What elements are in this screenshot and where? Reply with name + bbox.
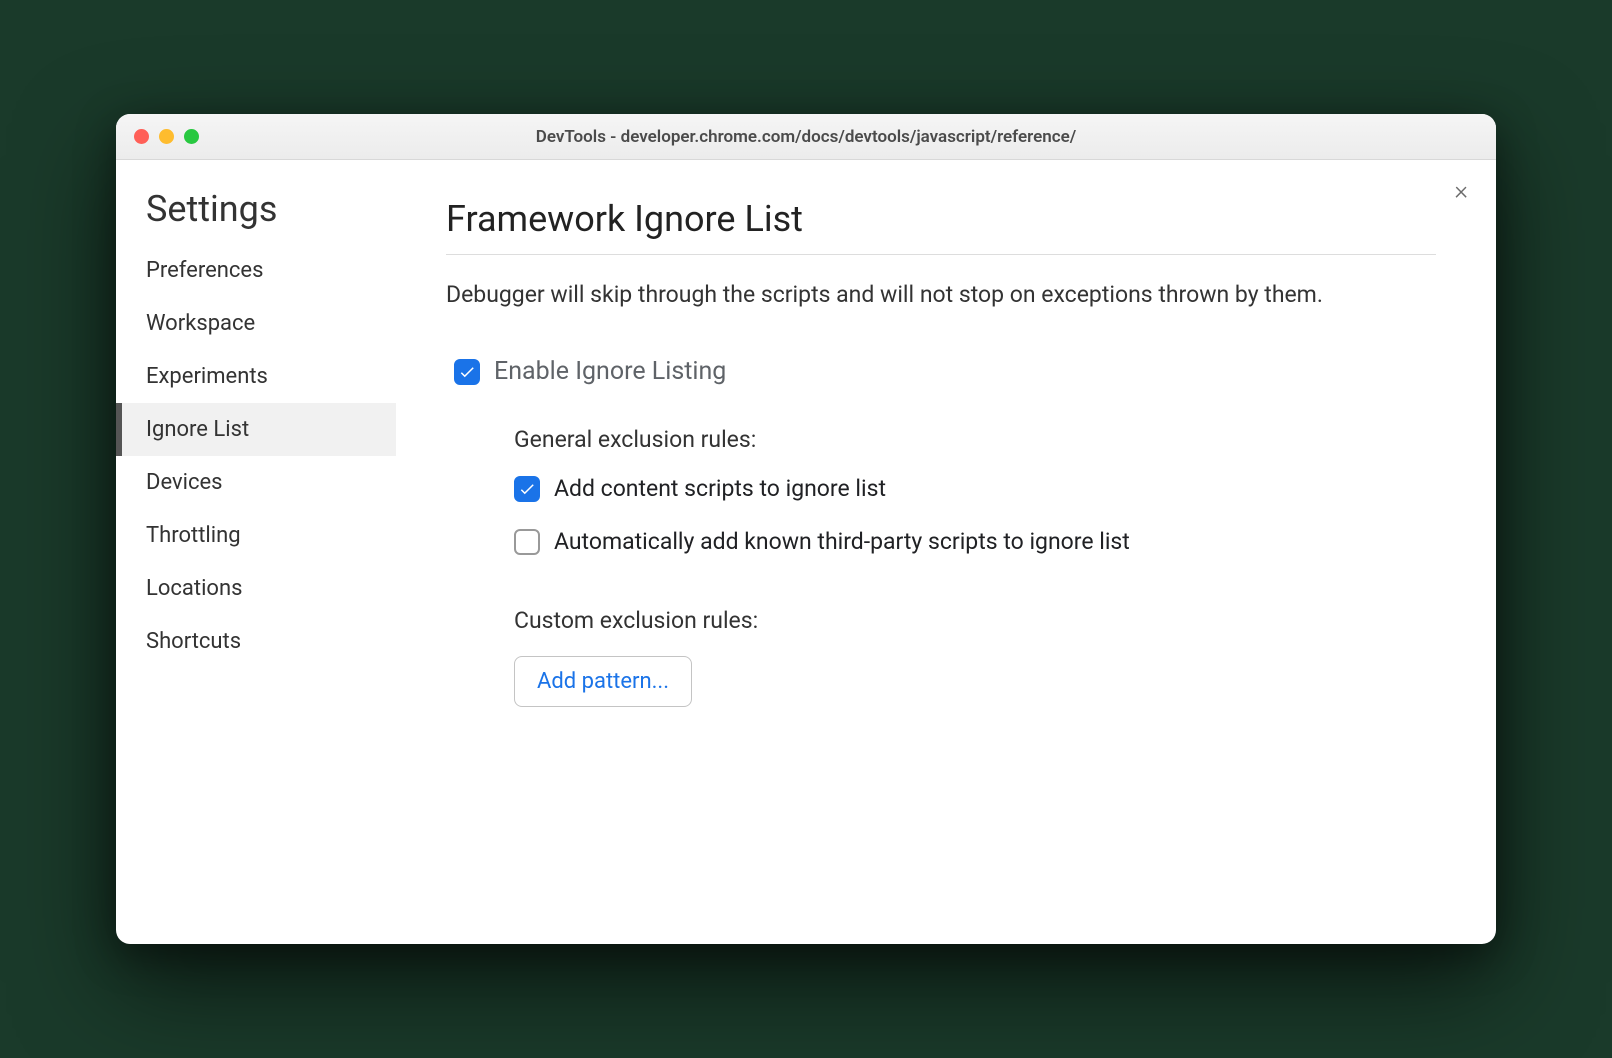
sidebar-item-ignore-list[interactable]: Ignore List — [116, 403, 396, 456]
content-scripts-checkbox[interactable] — [514, 476, 540, 502]
titlebar: DevTools - developer.chrome.com/docs/dev… — [116, 114, 1496, 160]
checkmark-icon — [458, 363, 476, 381]
devtools-settings-window: DevTools - developer.chrome.com/docs/dev… — [116, 114, 1496, 944]
sidebar-item-locations[interactable]: Locations — [116, 562, 396, 615]
checkmark-icon — [518, 480, 536, 498]
third-party-scripts-row: Automatically add known third-party scri… — [514, 528, 1436, 555]
settings-sidebar: Settings Preferences Workspace Experimen… — [116, 160, 396, 944]
content-scripts-label: Add content scripts to ignore list — [554, 475, 886, 502]
custom-exclusion-heading: Custom exclusion rules: — [514, 607, 1436, 634]
traffic-lights — [134, 129, 199, 144]
sidebar-item-throttling[interactable]: Throttling — [116, 509, 396, 562]
close-window-button[interactable] — [134, 129, 149, 144]
third-party-scripts-label: Automatically add known third-party scri… — [554, 528, 1130, 555]
enable-ignore-listing-label: Enable Ignore Listing — [494, 357, 726, 386]
enable-ignore-listing-checkbox[interactable] — [454, 359, 480, 385]
sidebar-item-workspace[interactable]: Workspace — [116, 297, 396, 350]
general-exclusion-heading: General exclusion rules: — [514, 426, 1436, 453]
maximize-window-button[interactable] — [184, 129, 199, 144]
sidebar-items: Preferences Workspace Experiments Ignore… — [116, 244, 396, 668]
sidebar-item-experiments[interactable]: Experiments — [116, 350, 396, 403]
third-party-scripts-checkbox[interactable] — [514, 529, 540, 555]
close-icon[interactable]: × — [1454, 178, 1468, 204]
description-text: Debugger will skip through the scripts a… — [446, 279, 1436, 311]
content-scripts-row: Add content scripts to ignore list — [514, 475, 1436, 502]
content-area: × Settings Preferences Workspace Experim… — [116, 160, 1496, 944]
custom-exclusion-section: Custom exclusion rules: Add pattern... — [446, 607, 1436, 707]
main-panel: Framework Ignore List Debugger will skip… — [396, 160, 1496, 944]
page-title: Framework Ignore List — [446, 198, 1436, 255]
general-exclusion-section: General exclusion rules: Add content scr… — [446, 426, 1436, 555]
minimize-window-button[interactable] — [159, 129, 174, 144]
enable-ignore-listing-row: Enable Ignore Listing — [446, 357, 1436, 386]
sidebar-item-preferences[interactable]: Preferences — [116, 244, 396, 297]
sidebar-item-shortcuts[interactable]: Shortcuts — [116, 615, 396, 668]
sidebar-title: Settings — [116, 188, 396, 244]
sidebar-item-devices[interactable]: Devices — [116, 456, 396, 509]
window-title: DevTools - developer.chrome.com/docs/dev… — [132, 127, 1480, 147]
add-pattern-button[interactable]: Add pattern... — [514, 656, 692, 707]
